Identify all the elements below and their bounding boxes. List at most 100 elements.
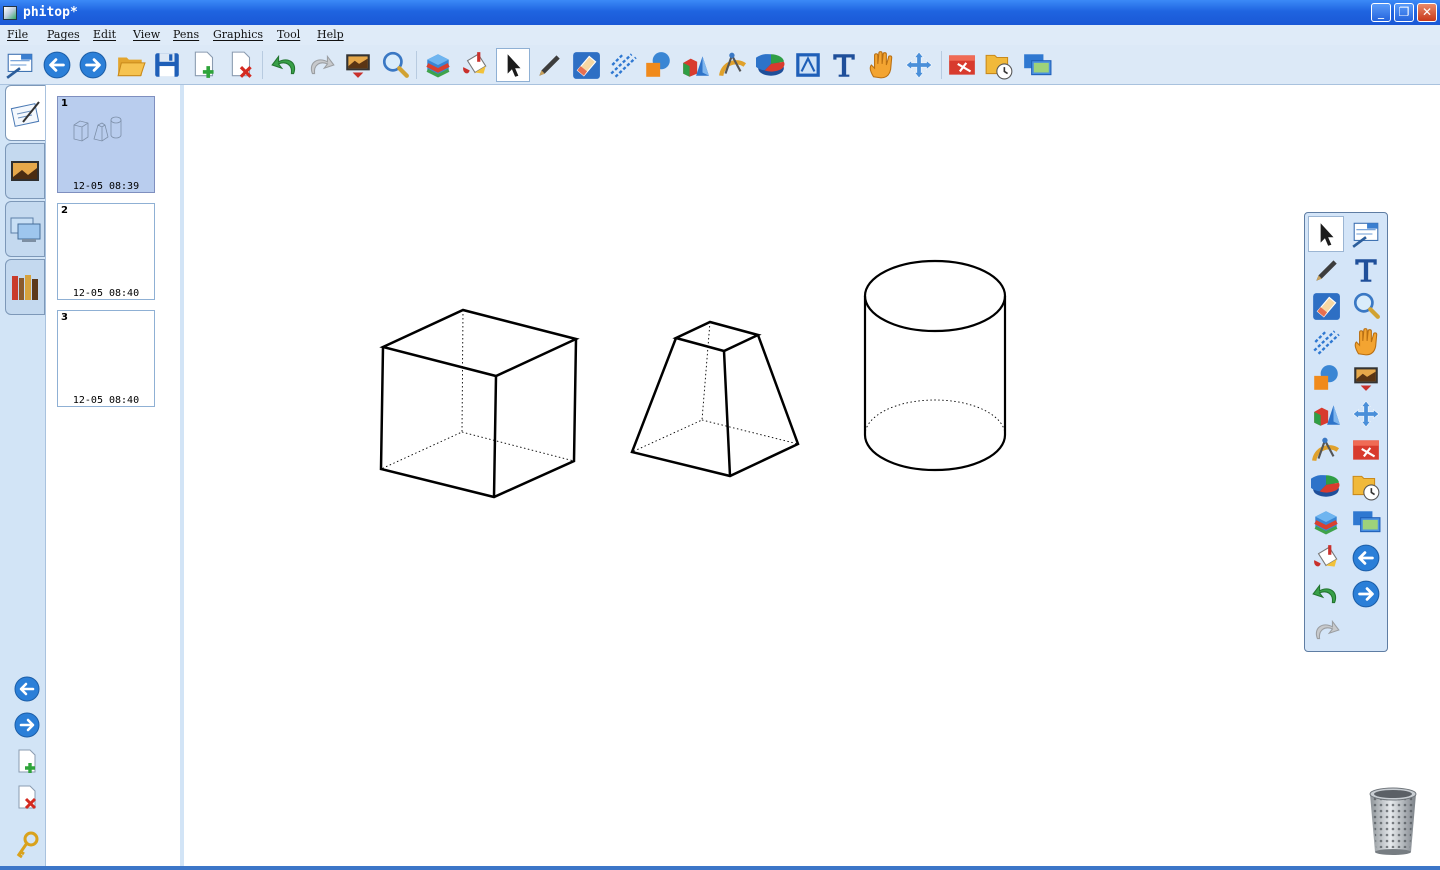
undo-icon [271, 54, 296, 75]
palette-shape-tool-button[interactable] [1308, 360, 1344, 396]
palette-text-button[interactable] [1348, 252, 1384, 288]
palette-select-arrow-button[interactable] [1308, 216, 1344, 252]
palette-display-button[interactable] [1348, 504, 1384, 540]
toolbar-display-button[interactable] [1020, 48, 1054, 82]
palette-move-button[interactable] [1348, 396, 1384, 432]
forward-arrow-icon [14, 712, 40, 738]
bottom-border [0, 866, 1440, 870]
palette-eraser-button[interactable] [1308, 288, 1344, 324]
toolbar-insert-image-button[interactable] [791, 48, 825, 82]
palette-pen-button[interactable] [1308, 252, 1344, 288]
maximize-button[interactable]: ❐ [1394, 3, 1414, 22]
toolbar-open-folder-button[interactable] [114, 48, 148, 82]
magnifier-icon [382, 51, 409, 78]
toolbar-pie-chart-button[interactable] [754, 48, 788, 82]
menu-view[interactable]: View [133, 28, 160, 41]
redo-icon [310, 54, 335, 75]
picture-tab-icon [11, 161, 39, 181]
key-button[interactable] [13, 831, 41, 859]
close-button[interactable]: ✕ [1417, 3, 1437, 22]
display-icon [1353, 511, 1381, 533]
menu-file[interactable]: File [7, 28, 28, 41]
palette-pen-settings-button[interactable] [1348, 216, 1384, 252]
save-icon [155, 53, 179, 77]
palette-3d-solid-button[interactable] [1308, 396, 1344, 432]
toolbar-magnifier-button[interactable] [378, 48, 412, 82]
palette-pie-chart-button[interactable] [1308, 468, 1344, 504]
toolbar-back-arrow-button[interactable] [40, 48, 74, 82]
key-icon [16, 831, 39, 859]
palette-undo-button[interactable] [1308, 576, 1344, 612]
palette-line-tool-button[interactable] [1308, 324, 1344, 360]
toolbar-text-button[interactable] [827, 48, 861, 82]
drawing-canvas[interactable] [188, 86, 1440, 866]
trash-bin[interactable] [1366, 784, 1420, 856]
palette-toolbox-button[interactable] [1348, 432, 1384, 468]
compass-ruler-icon [1312, 437, 1340, 462]
pen-icon [1316, 260, 1337, 281]
toolbar-pen-button[interactable] [532, 48, 566, 82]
toolbar-3d-box-button[interactable] [421, 48, 455, 82]
palette-screen-capture-button[interactable] [1348, 360, 1384, 396]
tab-pictures[interactable] [5, 143, 45, 199]
toolbar-timer-folder-button[interactable] [982, 48, 1016, 82]
eraser-icon [573, 52, 600, 79]
toolbar-compass-ruler-button[interactable] [716, 48, 750, 82]
palette-redo-button[interactable] [1308, 612, 1344, 648]
title-bar: phitop* _ ❐ ✕ [0, 0, 1440, 25]
palette-3d-box-button[interactable] [1308, 504, 1344, 540]
toolbar-hand-button[interactable] [864, 48, 898, 82]
tab-library[interactable] [5, 259, 45, 315]
floating-tool-palette [1304, 212, 1388, 652]
palette-forward-arrow-button[interactable] [1348, 576, 1384, 612]
next-page-button[interactable] [13, 711, 41, 739]
menu-bar: File Pages Edit View Pens Graphics Tool … [0, 25, 1440, 45]
toolbar-forward-arrow-button[interactable] [76, 48, 110, 82]
toolbar-select-arrow-button[interactable] [496, 48, 530, 82]
menu-graphics[interactable]: Graphics [213, 28, 263, 41]
menu-pens[interactable]: Pens [173, 28, 199, 41]
toolbar-move-button[interactable] [902, 48, 936, 82]
toolbar-paint-bucket-button[interactable] [458, 48, 492, 82]
toolbar-undo-button[interactable] [268, 48, 302, 82]
menu-pages[interactable]: Pages [47, 28, 80, 41]
toolbar-save-button[interactable] [150, 48, 184, 82]
page-thumbnail-panel: 1 12-05 08:39 2 12-05 08:40 3 12-05 08:4… [46, 85, 184, 866]
select-arrow-icon [1320, 223, 1334, 246]
toolbar-3d-solid-button[interactable] [678, 48, 712, 82]
menu-edit[interactable]: Edit [93, 28, 116, 41]
delete-page-button[interactable] [13, 783, 41, 811]
tab-whiteboard[interactable] [5, 85, 45, 141]
palette-back-arrow-button[interactable] [1348, 540, 1384, 576]
toolbar-screen-capture-button[interactable] [341, 48, 375, 82]
timer-folder-icon [1352, 475, 1380, 501]
toolbar-separator [262, 51, 263, 79]
palette-hand-button[interactable] [1348, 324, 1384, 360]
toolbar-line-tool-button[interactable] [606, 48, 640, 82]
window-title: phitop* [23, 5, 78, 20]
toolbar-delete-page-button[interactable] [225, 48, 259, 82]
previous-page-button[interactable] [13, 675, 41, 703]
add-page-button[interactable] [13, 747, 41, 775]
page-timestamp: 12-05 08:40 [72, 288, 140, 299]
toolbar-eraser-button[interactable] [569, 48, 603, 82]
menu-tool[interactable]: Tool [277, 28, 300, 41]
page-thumbnail-3[interactable]: 3 12-05 08:40 [57, 310, 155, 407]
menu-help[interactable]: Help [317, 28, 344, 41]
page-thumbnail-1[interactable]: 1 12-05 08:39 [57, 96, 155, 193]
palette-paint-bucket-button[interactable] [1308, 540, 1344, 576]
main-toolbar [0, 45, 1440, 85]
toolbar-toolbox-button[interactable] [945, 48, 979, 82]
toolbar-pen-settings-button[interactable] [3, 48, 37, 82]
palette-timer-folder-button[interactable] [1348, 468, 1384, 504]
palette-magnifier-button[interactable] [1348, 288, 1384, 324]
toolbar-redo-button[interactable] [304, 48, 338, 82]
tab-desktop[interactable] [5, 201, 45, 257]
toolbar-shape-tool-button[interactable] [641, 48, 675, 82]
pie-chart-icon [1311, 475, 1340, 497]
page-thumbnail-2[interactable]: 2 12-05 08:40 [57, 203, 155, 300]
toolbar-add-page-button[interactable] [188, 48, 222, 82]
canvas-drawing [379, 259, 1007, 499]
minimize-button[interactable]: _ [1371, 3, 1391, 22]
palette-compass-ruler-button[interactable] [1308, 432, 1344, 468]
